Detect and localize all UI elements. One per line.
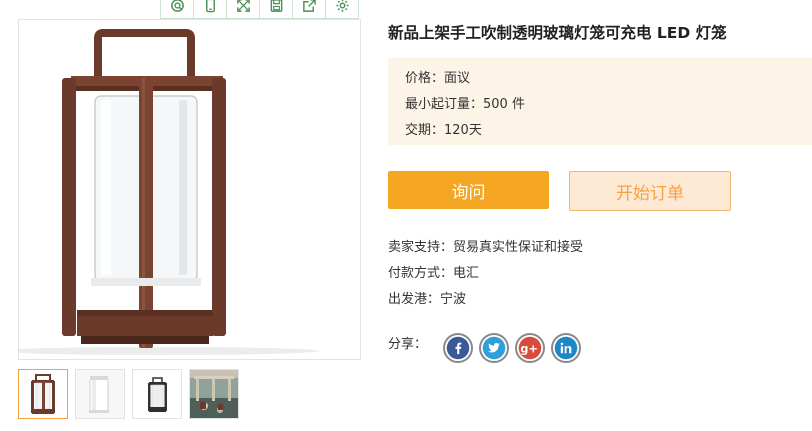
twitter-icon[interactable] bbox=[479, 333, 510, 363]
start-order-button[interactable]: 开始订单 bbox=[569, 171, 731, 211]
phone-icon[interactable] bbox=[193, 0, 227, 19]
zoom-search-icon[interactable] bbox=[160, 0, 194, 19]
thumbnail-2[interactable] bbox=[75, 369, 125, 419]
svg-text:g+: g+ bbox=[520, 342, 537, 355]
delivery-text: 交期：120天 bbox=[405, 123, 482, 138]
share-bar: 分享： g+ bbox=[388, 333, 587, 363]
save-icon[interactable] bbox=[259, 0, 293, 19]
thumbnail-4[interactable] bbox=[189, 369, 239, 419]
share-label: 分享： bbox=[388, 336, 428, 352]
inquiry-button[interactable]: 询问 bbox=[388, 171, 549, 209]
moq-text: 最小起订量：500 件 bbox=[405, 97, 525, 112]
google-plus-icon[interactable]: g+ bbox=[515, 333, 546, 363]
price-text: 价格：面议 bbox=[405, 71, 471, 86]
thumbnail-strip bbox=[18, 369, 239, 419]
main-product-image[interactable] bbox=[18, 19, 361, 360]
image-toolbar bbox=[160, 0, 359, 19]
linkedin-icon[interactable] bbox=[551, 333, 582, 363]
price-info-box: 价格：面议 最小起订量：500 件 交期：120天 bbox=[388, 58, 812, 145]
departure-port-text: 出发港：宁波 bbox=[388, 292, 467, 307]
share-export-icon[interactable] bbox=[292, 0, 326, 19]
settings-icon[interactable] bbox=[325, 0, 359, 19]
thumbnail-3[interactable] bbox=[132, 369, 182, 419]
seller-support-text: 卖家支持：贸易真实性保证和接受 bbox=[388, 240, 584, 255]
facebook-icon[interactable] bbox=[443, 333, 474, 363]
payment-method-text: 付款方式：电汇 bbox=[388, 266, 480, 281]
thumbnail-1[interactable] bbox=[18, 369, 68, 419]
product-title: 新品上架手工吹制透明玻璃灯笼可充电 LED 灯笼 bbox=[388, 24, 727, 42]
expand-icon[interactable] bbox=[226, 0, 260, 19]
